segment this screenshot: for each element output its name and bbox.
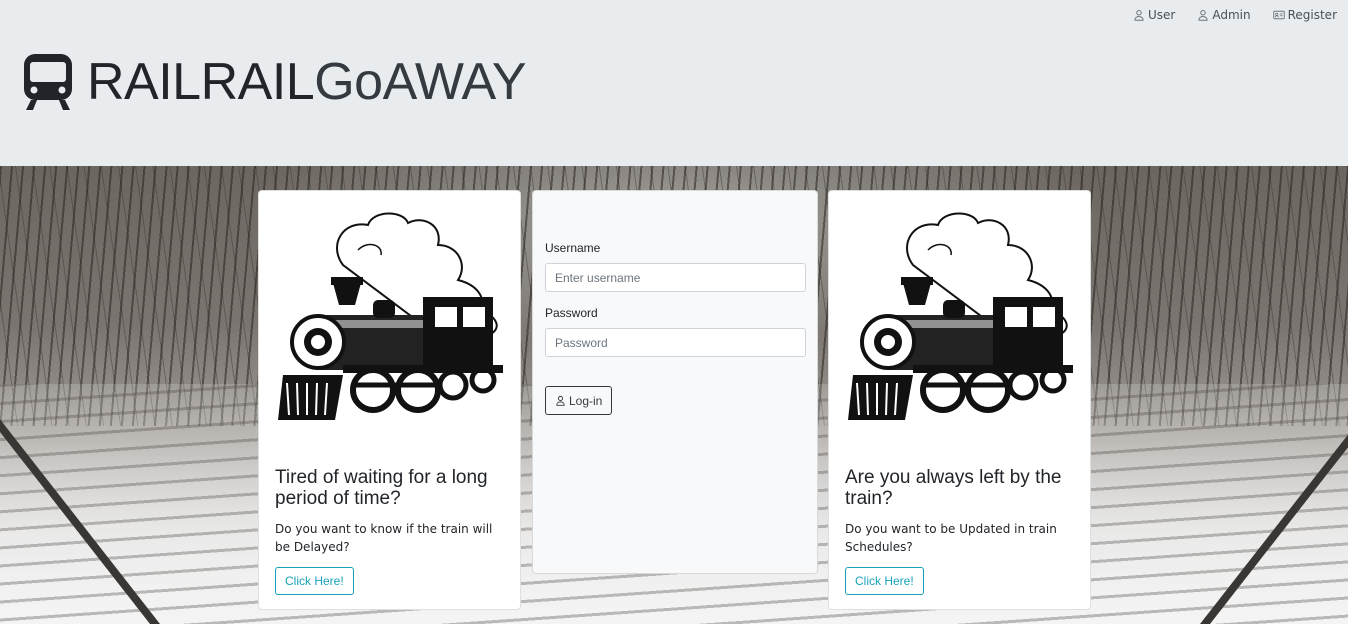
brand[interactable]: RAILRAILGoAWAY [23, 54, 526, 110]
login-card: Username Password Log-in [532, 190, 818, 574]
brand-name-part2: GoAWAY [314, 53, 526, 111]
nav-register-link[interactable]: Register [1272, 8, 1337, 22]
username-label: Username [545, 241, 601, 255]
nav-user-link[interactable]: User [1133, 8, 1175, 22]
user-icon [1198, 10, 1208, 21]
nav-admin-label: Admin [1212, 8, 1251, 22]
brand-name: RAILRAILGoAWAY [87, 54, 526, 110]
card-title: Are you always left by the train? [845, 467, 1062, 509]
card-text: Do you want to know if the train will be… [275, 522, 493, 554]
nav-register-label: Register [1287, 8, 1337, 22]
user-icon [556, 395, 565, 406]
login-button[interactable]: Log-in [545, 386, 613, 415]
login-button-label: Log-in [569, 393, 603, 408]
steam-train-illustration [278, 212, 503, 420]
header: User Admin Register RAILRAILGoAWAY [0, 0, 1348, 166]
delay-card: Tired of waiting for a long period of ti… [258, 190, 521, 610]
user-icon [1134, 10, 1144, 21]
password-label: Password [545, 306, 598, 320]
top-nav: User Admin Register [1133, 8, 1337, 22]
card-title: Tired of waiting for a long period of ti… [275, 467, 488, 509]
train-icon [24, 54, 72, 110]
brand-name-part1: RAILRAIL [87, 53, 315, 111]
schedule-click-here-button[interactable]: Click Here! [845, 567, 924, 595]
steam-train-illustration [848, 212, 1073, 420]
delay-click-here-button[interactable]: Click Here! [275, 567, 354, 595]
schedule-card: Are you always left by the train? Do you… [828, 190, 1091, 610]
card-text: Do you want to be Updated in train Sched… [845, 522, 1057, 554]
id-card-icon [1272, 10, 1285, 20]
nav-admin-link[interactable]: Admin [1197, 8, 1251, 22]
username-input[interactable] [545, 263, 806, 292]
nav-user-label: User [1147, 8, 1176, 22]
password-input[interactable] [545, 328, 806, 357]
